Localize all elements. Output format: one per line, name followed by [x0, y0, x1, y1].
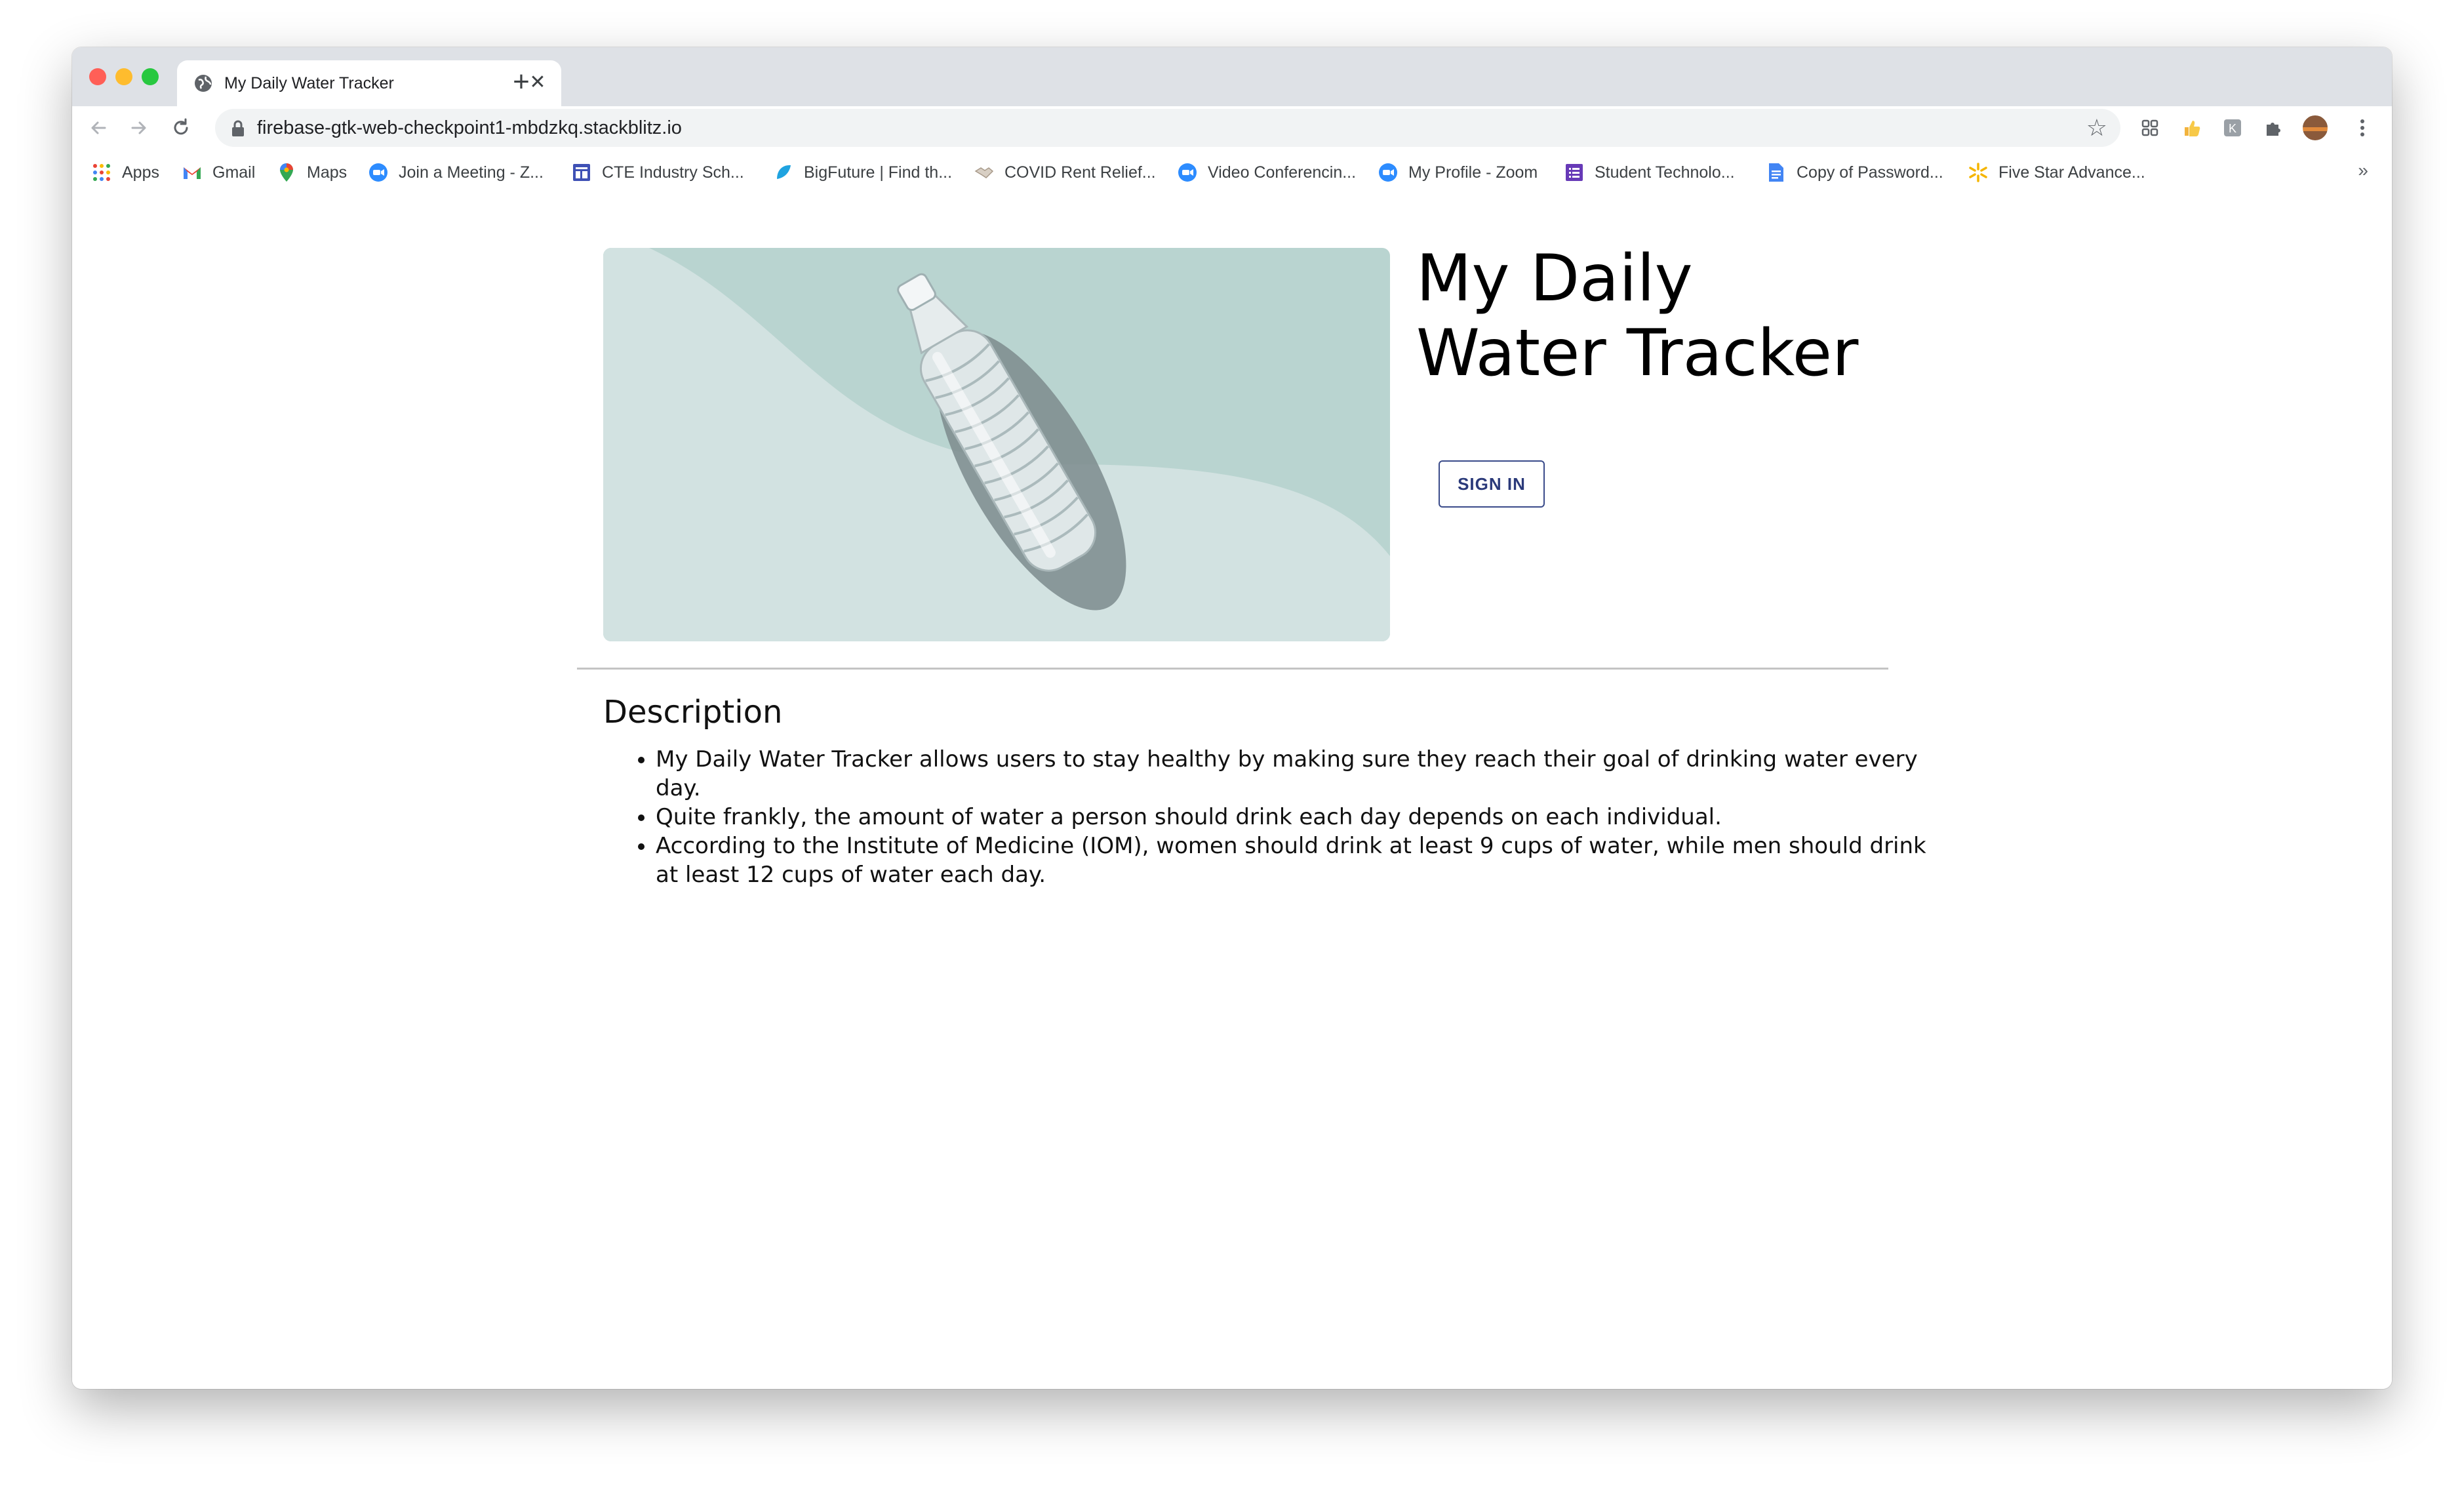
bookmark-label: Apps	[122, 163, 159, 182]
page-title: My Daily Water Tracker	[1416, 241, 1859, 391]
forms-icon	[572, 163, 591, 182]
sign-in-button[interactable]: SIGN IN	[1439, 460, 1545, 508]
back-button[interactable]	[83, 112, 114, 144]
list-item: My Daily Water Tracker allows users to s…	[656, 745, 1941, 803]
extension-grid-icon[interactable]	[2136, 114, 2164, 142]
bookmark-label: My Profile - Zoom	[1408, 163, 1538, 182]
spark-icon	[1968, 163, 1988, 182]
description-heading: Description	[603, 694, 783, 731]
bookmark-label: COVID Rent Relief...	[1004, 163, 1156, 182]
bookmark-label: Video Conferencin...	[1208, 163, 1357, 182]
bookmark-label: Copy of Password...	[1797, 163, 1943, 182]
bookmark-student-technology[interactable]: Student Technolo...	[1564, 150, 1735, 195]
bookmark-label: Five Star Advance...	[1998, 163, 2145, 182]
bookmark-label: Student Technolo...	[1595, 163, 1735, 182]
bookmark-video-conferencing[interactable]: Video Conferencin...	[1178, 150, 1356, 195]
bookmark-star-icon[interactable]: ☆	[2086, 115, 2107, 140]
new-tab-button[interactable]: +	[505, 66, 538, 98]
list-item: Quite frankly, the amount of water a per…	[656, 803, 1941, 832]
bookmark-join-meeting[interactable]: Join a Meeting - Z...	[368, 150, 544, 195]
water-bottle-illustration	[603, 248, 1390, 641]
tab-active[interactable]: My Daily Water Tracker ✕	[177, 60, 561, 106]
bookmark-copy-of-password[interactable]: Copy of Password...	[1766, 150, 1943, 195]
bookmark-label: CTE Industry Sch...	[602, 163, 744, 182]
forward-button[interactable]	[123, 112, 155, 144]
bookmark-label: Join a Meeting - Z...	[399, 163, 544, 182]
minimize-window-button[interactable]	[115, 68, 132, 85]
browser-window: My Daily Water Tracker ✕ + firebase-gtk-…	[72, 47, 2392, 1389]
bookmark-label: BigFuture | Find th...	[804, 163, 953, 182]
back-arrow-icon	[91, 121, 106, 134]
address-bar[interactable]: firebase-gtk-web-checkpoint1-mbdzkq.stac…	[215, 109, 2120, 147]
lock-icon	[232, 120, 244, 136]
gmail-icon	[182, 163, 202, 182]
reload-button[interactable]	[165, 112, 197, 144]
list-item: According to the Institute of Medicine (…	[656, 832, 1941, 889]
more-bookmarks-button[interactable]: »	[2358, 160, 2368, 181]
forward-arrow-icon	[131, 121, 146, 134]
docs-icon	[1766, 163, 1786, 182]
description-list: My Daily Water Tracker allows users to s…	[603, 745, 1941, 889]
zoom-icon	[368, 163, 388, 182]
hero-image-water-bottle	[603, 248, 1390, 641]
url-text: firebase-gtk-web-checkpoint1-mbdzkq.stac…	[257, 117, 682, 138]
zoom-icon	[1378, 163, 1398, 182]
bookmark-my-profile-zoom[interactable]: My Profile - Zoom	[1378, 150, 1538, 195]
bookmark-five-star[interactable]: Five Star Advance...	[1968, 150, 2145, 195]
forms-icon	[1564, 163, 1584, 182]
bookmarks-bar: Apps Gmail Maps Join a Meeting - Z... CT…	[72, 150, 2392, 197]
bookmark-label: Maps	[307, 163, 348, 182]
bookmark-maps[interactable]: Maps	[277, 150, 347, 195]
bookmark-cte-industry[interactable]: CTE Industry Sch...	[572, 150, 744, 195]
bookmark-covid-rent[interactable]: COVID Rent Relief...	[974, 150, 1156, 195]
browser-toolbar: firebase-gtk-web-checkpoint1-mbdzkq.stac…	[72, 106, 2392, 150]
bookmark-bigfuture[interactable]: BigFuture | Find th...	[774, 150, 952, 195]
page-content: My Daily Water Tracker SIGN IN Descripti…	[72, 195, 2392, 1389]
profile-avatar[interactable]	[2301, 114, 2329, 142]
close-window-button[interactable]	[89, 68, 106, 85]
thumbs-up-extension-icon[interactable]	[2178, 114, 2206, 142]
reload-icon	[174, 118, 188, 135]
handshake-icon	[974, 163, 994, 182]
bigfuture-icon	[774, 163, 793, 182]
svg-text:K: K	[2229, 122, 2236, 135]
tab-strip: My Daily Water Tracker ✕ +	[72, 47, 2392, 106]
tab-title: My Daily Water Tracker	[224, 74, 394, 92]
zoom-icon	[1178, 163, 1197, 182]
apps-grid-icon	[92, 163, 111, 182]
grey-extension-icon[interactable]: K	[2219, 114, 2246, 142]
maximize-window-button[interactable]	[142, 68, 159, 85]
browser-menu-icon[interactable]	[2349, 114, 2376, 142]
section-divider	[577, 668, 1888, 670]
bookmark-gmail[interactable]: Gmail	[182, 150, 255, 195]
globe-icon	[195, 75, 212, 92]
bookmark-apps[interactable]: Apps	[92, 150, 159, 195]
bookmark-label: Gmail	[212, 163, 256, 182]
puzzle-extensions-icon[interactable]	[2259, 114, 2287, 142]
maps-pin-icon	[277, 163, 296, 182]
